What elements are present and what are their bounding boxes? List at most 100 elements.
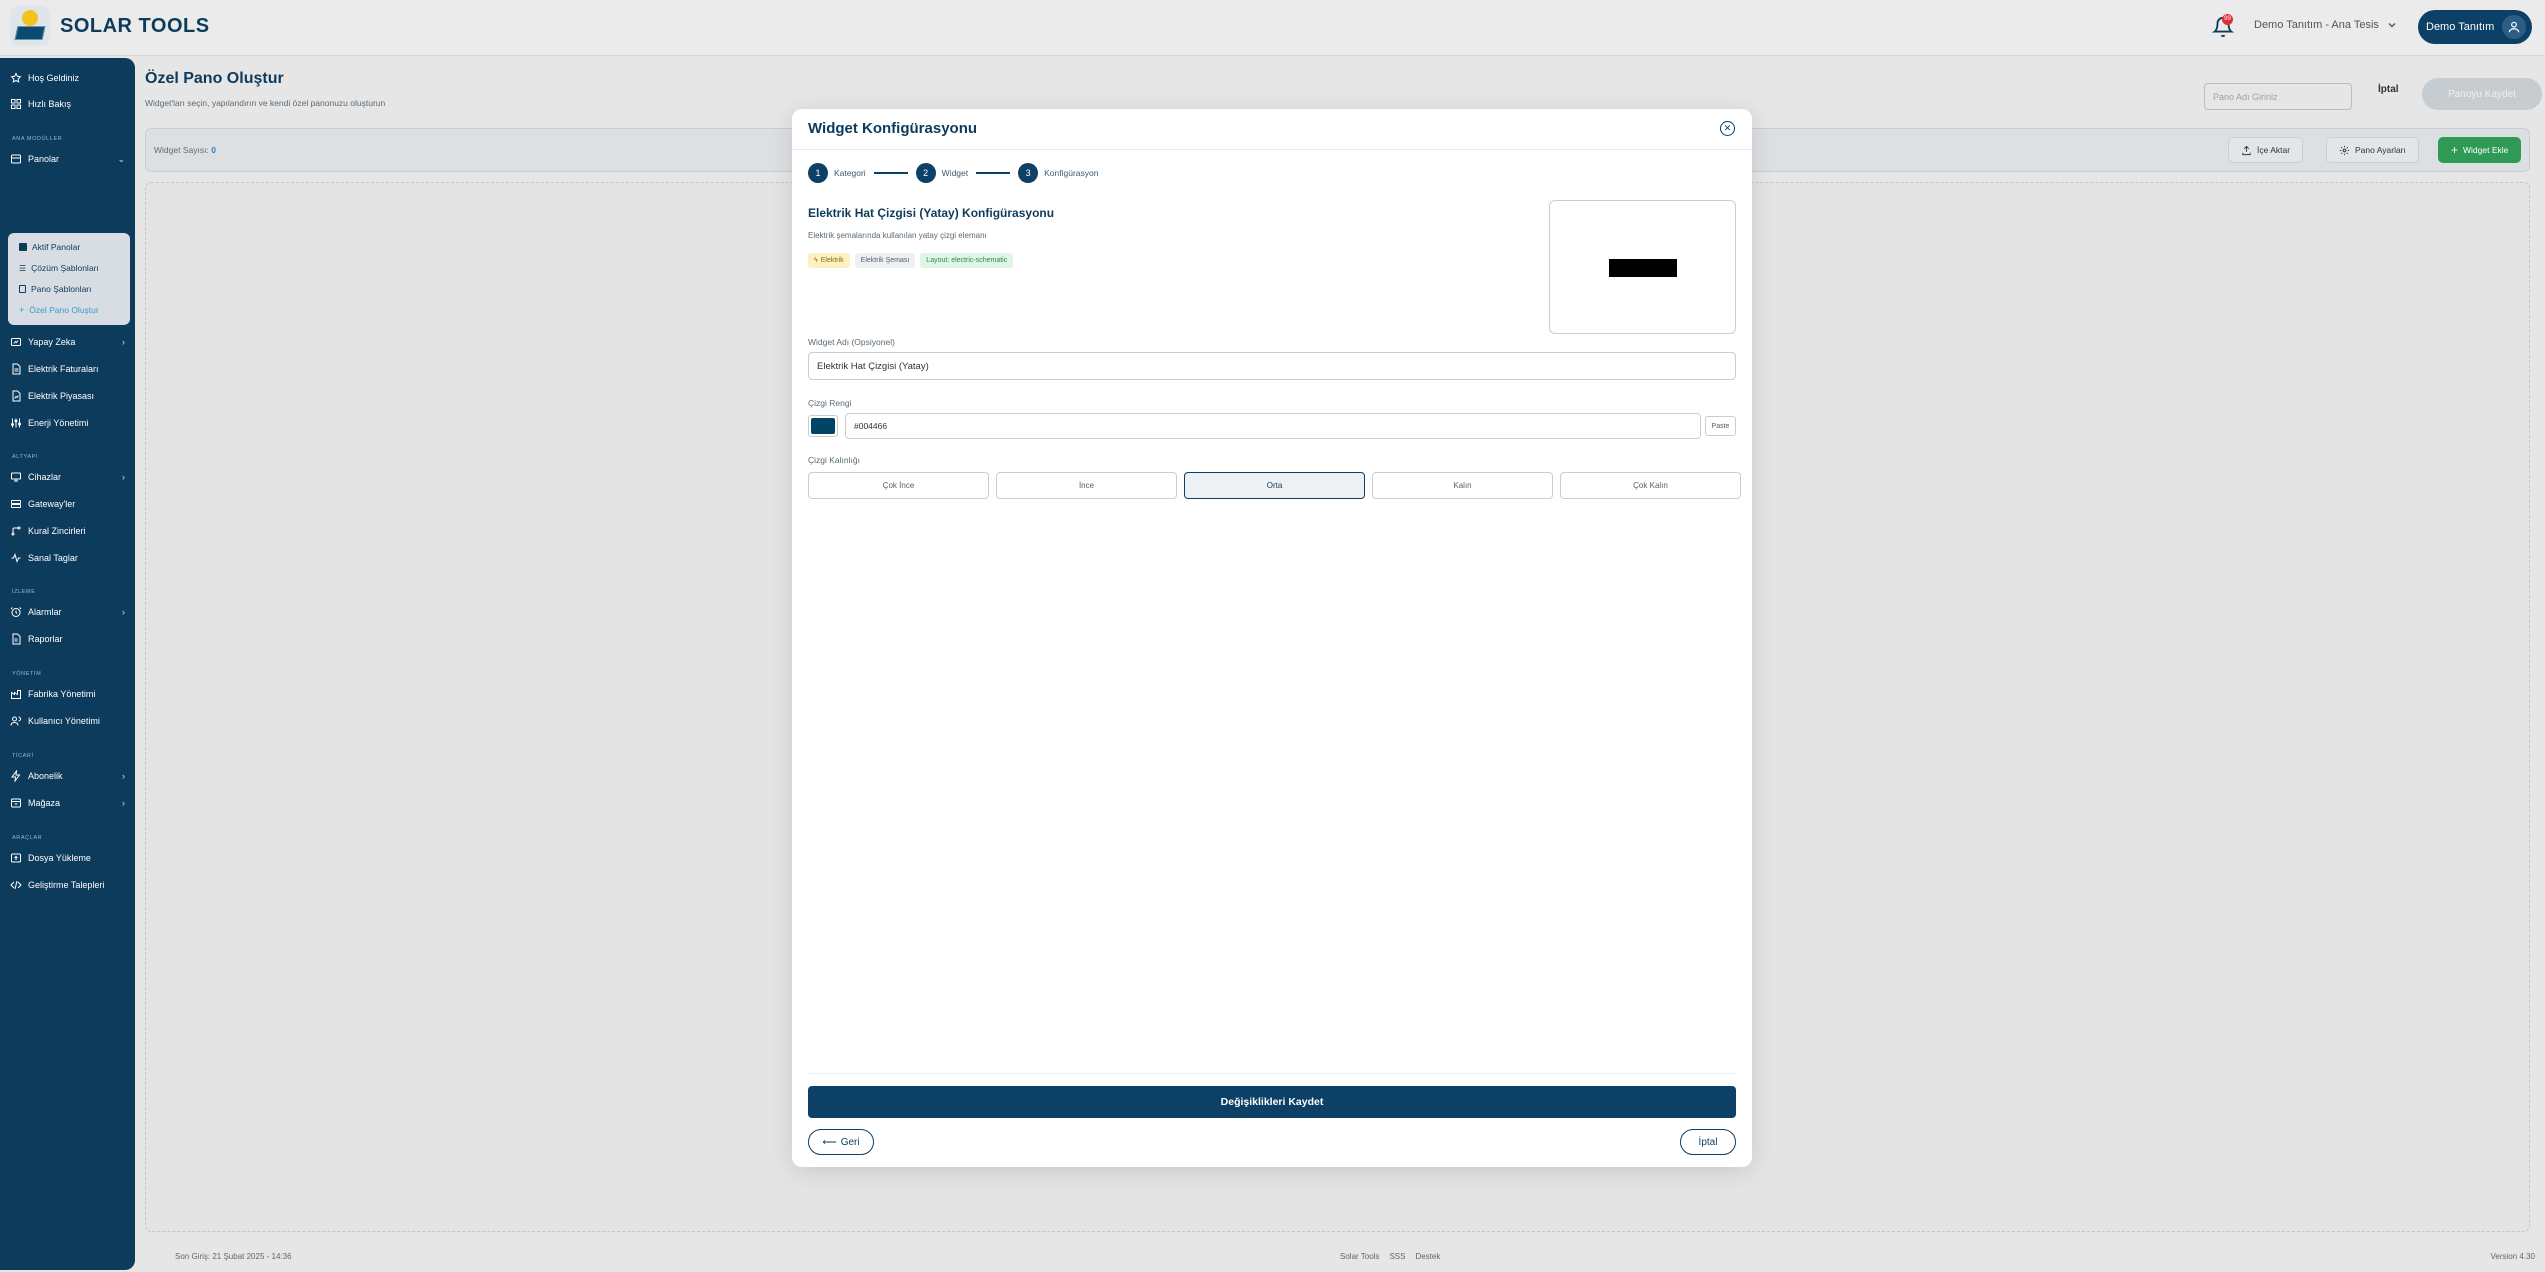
sidebar-item-gateways[interactable]: Gateway'ler [10, 495, 125, 513]
submenu-item-solution-templates[interactable]: ☰ Çözüm Şablonları [19, 260, 99, 276]
sidebar-item-alarms[interactable]: Alarmlar › [10, 603, 125, 621]
widget-preview [1549, 200, 1736, 334]
sidebar-item-energy-management[interactable]: Enerji Yönetimi [10, 414, 125, 432]
sidebar-item-quick-view[interactable]: Hızlı Bakış [10, 95, 125, 113]
last-login: Son Giriş: 21 Şubat 2025 - 14:36 [175, 1252, 292, 1261]
sidebar-section-tools: ARAÇLAR [12, 835, 43, 841]
gateway-icon [11, 500, 21, 508]
line-color-picker[interactable] [808, 415, 838, 437]
submenu-item-label: Çözüm Şablonları [31, 263, 99, 273]
line-color-hex-input[interactable]: #004466 [845, 413, 1701, 439]
step-category[interactable]: 1 Kategori [808, 163, 866, 183]
step-widget[interactable]: 2 Widget [915, 163, 969, 183]
add-widget-button[interactable]: + Widget Ekle [2438, 137, 2522, 163]
thickness-option-very-thick[interactable]: Çok Kalın [1560, 472, 1741, 499]
dashboard-settings-button[interactable]: Pano Ayarları [2326, 137, 2419, 163]
save-changes-button[interactable]: Değişiklikleri Kaydet [808, 1086, 1736, 1118]
back-button-label: Geri [840, 1136, 860, 1148]
tag-label: Layout: electric-schematic [926, 257, 1008, 264]
step-configuration[interactable]: 3 Konfigürasyon [1018, 163, 1098, 183]
invoice-icon [12, 363, 21, 375]
chain-icon [11, 526, 21, 536]
upload-icon [11, 853, 21, 863]
configuration-title: Elektrik Hat Çizgisi (Yatay) Konfigürasy… [808, 206, 1055, 220]
tag-layout: Layout: electric-schematic [920, 253, 1014, 268]
sidebar-item-label: Hızlı Bakış [28, 99, 72, 109]
submenu-item-create-custom-dashboard[interactable]: + Özel Pano Oluştur [19, 302, 99, 318]
footer-faq-link[interactable]: SSS [1389, 1252, 1405, 1261]
app-version: Version 4.30 [2490, 1252, 2535, 1261]
modal-divider [792, 149, 1752, 150]
top-bar: SOLAR TOOLS 99 Demo Tanıtım - Ana Tesis … [0, 0, 2545, 56]
app-name: SOLAR TOOLS [60, 14, 210, 37]
app-logo[interactable]: SOLAR TOOLS [10, 6, 210, 46]
list-icon: ☰ [19, 263, 27, 273]
widget-name-input[interactable]: Elektrik Hat Çizgisi (Yatay) [808, 352, 1736, 380]
tag-label: Elektrik [820, 257, 844, 264]
step-label: Konfigürasyon [1044, 168, 1099, 178]
step-number: 1 [808, 163, 828, 183]
cancel-link[interactable]: İptal [2378, 84, 2399, 95]
tag-schematic: Elektrik Şeması [854, 253, 916, 268]
footer-brand-link[interactable]: Solar Tools [1340, 1252, 1379, 1261]
sidebar-item-devices[interactable]: Cihazlar › [10, 468, 125, 486]
pulse-icon [11, 553, 21, 563]
thickness-option-thin[interactable]: İnce [996, 472, 1177, 499]
sidebar-item-store[interactable]: Mağaza › [10, 794, 125, 812]
sidebar-item-electricity-invoices[interactable]: Elektrik Faturaları [10, 360, 125, 378]
sidebar-item-factory-management[interactable]: Fabrika Yönetimi [10, 685, 125, 703]
sidebar-item-dashboards[interactable]: Panolar ⌄ [10, 150, 125, 168]
thickness-option-thick[interactable]: Kalın [1372, 472, 1553, 499]
footer-support-link[interactable]: Destek [1415, 1252, 1440, 1261]
tag-electric: ϟ Elektrik [808, 253, 850, 268]
sidebar-item-subscription[interactable]: Abonelik › [10, 767, 125, 785]
back-button[interactable]: ⟵ Geri [808, 1129, 874, 1155]
thickness-option-medium[interactable]: Orta [1184, 472, 1365, 499]
sidebar: Hoş Geldiniz Hızlı Bakış ANA MODÜLLER Pa… [0, 58, 135, 1270]
ai-icon [11, 338, 21, 346]
save-dashboard-button[interactable]: Panoyu Kaydet [2422, 78, 2542, 110]
code-icon [10, 880, 22, 890]
dashboard-name-input[interactable]: Pano Adı Giriniz [2204, 83, 2352, 110]
widget-count: Widget Sayısı: 0 [154, 145, 216, 155]
submenu-item-active-dashboards[interactable]: Aktif Panolar [19, 239, 80, 255]
close-icon[interactable]: ✕ [1720, 121, 1735, 136]
sidebar-item-user-management[interactable]: Kullanıcı Yönetimi [10, 712, 125, 730]
step-connector [873, 172, 908, 174]
sidebar-item-label: Cihazlar [28, 472, 62, 482]
bolt-icon [11, 770, 21, 782]
sidebar-item-rule-chains[interactable]: Kural Zincirleri [10, 522, 125, 540]
sidebar-item-welcome[interactable]: Hoş Geldiniz [10, 69, 125, 87]
modal-cancel-button[interactable]: İptal [1680, 1129, 1736, 1155]
paste-button[interactable]: Paste [1705, 416, 1736, 436]
sidebar-item-label: Enerji Yönetimi [28, 418, 89, 428]
sidebar-item-ai[interactable]: Yapay Zeka › [10, 333, 125, 351]
plus-icon: + [2451, 143, 2459, 157]
sidebar-item-label: Hoş Geldiniz [28, 73, 80, 83]
submenu-item-dashboard-templates[interactable]: Pano Şablonları [19, 281, 92, 297]
sidebar-item-label: Dosya Yükleme [28, 853, 91, 863]
sidebar-item-development-requests[interactable]: Geliştirme Talepleri [10, 876, 125, 894]
widget-count-label: Widget Sayısı: [154, 145, 209, 155]
sidebar-item-file-upload[interactable]: Dosya Yükleme [10, 849, 125, 867]
user-menu-button[interactable]: Demo Tanıtım [2418, 10, 2532, 44]
widget-name-label: Widget Adı (Opsiyonel) [808, 337, 895, 347]
sidebar-item-label: Gateway'ler [28, 499, 76, 509]
sidebar-item-electricity-market[interactable]: Elektrik Piyasası [10, 387, 125, 405]
sidebar-item-reports[interactable]: Raporlar [10, 630, 125, 648]
widget-configuration-modal: Widget Konfigürasyonu ✕ 1 Kategori 2 Wid… [792, 109, 1752, 1167]
page-subtitle: Widget'ları seçin, yapılandırın ve kendi… [145, 98, 386, 108]
users-icon [10, 716, 21, 726]
grid-icon [11, 99, 21, 109]
widget-count-value: 0 [211, 145, 216, 155]
step-label: Widget [941, 168, 969, 178]
organization-select[interactable]: Demo Tanıtım - Ana Tesis [2254, 19, 2397, 31]
line-thickness-label: Çizgi Kalınlığı [808, 455, 860, 465]
chevron-right-icon: › [122, 472, 125, 482]
dashboard-icon [11, 154, 21, 164]
import-button[interactable]: İçe Aktar [2228, 137, 2304, 163]
sidebar-item-virtual-tags[interactable]: Sanal Taglar [10, 549, 125, 567]
sidebar-item-label: Panolar [28, 154, 60, 164]
modal-footer-divider [808, 1073, 1736, 1074]
thickness-option-very-thin[interactable]: Çok İnce [808, 472, 989, 499]
